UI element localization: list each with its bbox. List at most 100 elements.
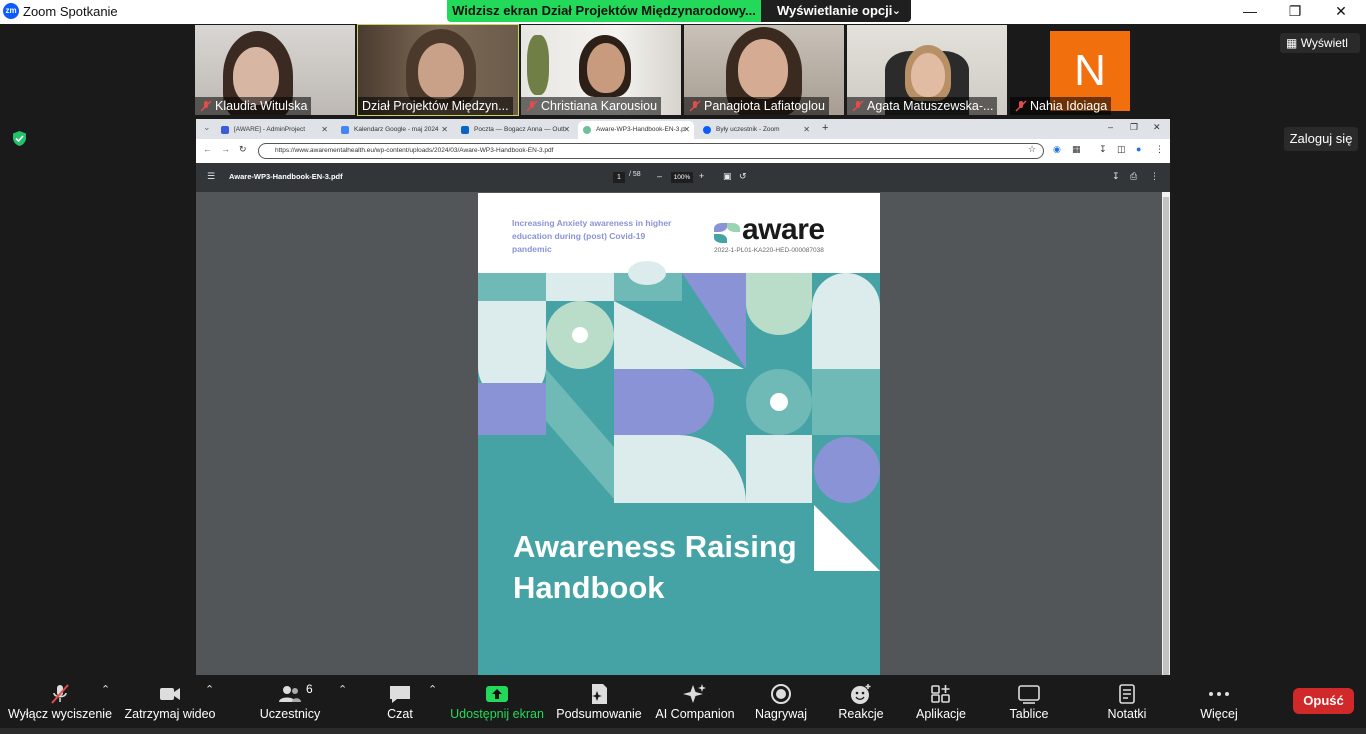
zoom-out-icon[interactable]: – (657, 171, 662, 181)
calendar-icon (341, 126, 349, 134)
bookmark-star-icon[interactable]: ☆ (1028, 144, 1036, 155)
back-arrow-icon[interactable]: ← (203, 144, 212, 154)
participants-button[interactable]: Uczestnicy (252, 675, 328, 734)
participant-video-tile[interactable]: Dział Projektów Międzyn... (357, 24, 519, 116)
more-button[interactable]: Więcej (1186, 675, 1252, 734)
close-button[interactable]: ✕ (1331, 2, 1351, 22)
pattern-shape (770, 393, 788, 411)
download-icon[interactable]: ↧ (1099, 144, 1107, 155)
close-icon[interactable]: ✕ (563, 121, 570, 139)
zoom-level-input[interactable]: 100% (671, 172, 693, 183)
new-tab-icon[interactable]: + (822, 122, 828, 134)
minimize-button[interactable]: — (1240, 2, 1260, 22)
whiteboards-button[interactable]: Tablice (996, 675, 1062, 734)
browser-menu-icon[interactable]: ⋮ (1155, 144, 1164, 155)
pattern-shape (546, 273, 614, 301)
ai-companion-button[interactable]: AI Companion (650, 675, 740, 734)
browser-tab[interactable]: [AWARE] - AdminProject ✕ (216, 121, 332, 139)
chevron-down-icon: ⌄ (891, 5, 901, 17)
browser-tab[interactable]: Kalendarz Google - maj 2024 ✕ (336, 121, 452, 139)
leave-button[interactable]: Opuść (1293, 688, 1354, 714)
chevron-up-icon[interactable]: ⌃ (101, 683, 110, 696)
reactions-label: Reakcje (838, 707, 884, 721)
forward-arrow-icon[interactable]: → (221, 144, 230, 154)
sidepanel-icon[interactable]: ◫ (1117, 144, 1126, 155)
pdf-filename: Aware-WP3-Handbook-EN-3.pdf (229, 172, 343, 181)
participant-video-tile[interactable]: Christiana Karousiou (521, 25, 681, 115)
more-options-icon[interactable]: ⋮ (1150, 171, 1159, 182)
participant-video-tile[interactable]: Klaudia Witulska (195, 25, 355, 115)
close-icon[interactable]: ✕ (803, 121, 810, 139)
reload-icon[interactable]: ↻ (239, 144, 247, 155)
pattern-shape (478, 273, 546, 301)
participant-video-tile[interactable]: Panagiota Lafiatoglou (684, 25, 844, 115)
browser-tab-active[interactable]: Aware-WP3-Handbook-EN-3.p ✕ (578, 121, 694, 139)
print-icon[interactable]: ⎙ (1130, 171, 1137, 182)
participant-video-tile[interactable]: Agata Matuszewska-... (847, 25, 1007, 115)
participant-name-label: Nahia Idoiaga (1030, 99, 1108, 113)
minimize-icon[interactable]: – (1108, 122, 1113, 132)
chevron-up-icon[interactable]: ⌃ (428, 683, 437, 696)
hamburger-menu-icon[interactable]: ☰ (207, 171, 215, 182)
summary-button[interactable]: Podsumowanie (552, 675, 646, 734)
participant-face (738, 39, 788, 99)
view-button[interactable]: ▦ Wyświetl (1280, 33, 1360, 53)
participant-name: Christiana Karousiou (521, 97, 662, 115)
pattern-shape (812, 369, 880, 435)
close-icon[interactable]: ✕ (683, 121, 690, 139)
outlook-icon (461, 126, 469, 134)
pattern-shape (572, 327, 588, 343)
stop-video-button[interactable]: Zatrzymaj wideo (122, 675, 218, 734)
extensions-icon[interactable]: ▦ (1072, 144, 1081, 155)
download-icon[interactable]: ↧ (1112, 171, 1120, 182)
page-total: / 58 (629, 171, 641, 178)
page-number-input[interactable]: 1 (613, 172, 625, 183)
scrollbar-thumb[interactable] (1163, 197, 1169, 675)
pattern-shape (478, 383, 546, 435)
chat-button[interactable]: Czat (370, 675, 430, 734)
view-button-label: Wyświetl (1300, 36, 1348, 50)
zoom-in-icon[interactable]: + (699, 171, 704, 181)
apps-button[interactable]: Aplikacje (908, 675, 974, 734)
notes-button[interactable]: Notatki (1094, 675, 1160, 734)
tab-search-icon[interactable]: ⌄ (203, 122, 211, 133)
profile-icon[interactable]: ● (1136, 144, 1141, 154)
login-button[interactable]: Zaloguj się (1284, 127, 1358, 151)
cover-header: Increasing Anxiety awareness in higher e… (478, 193, 880, 273)
record-button[interactable]: Nagrywaj (748, 675, 814, 734)
notes-label: Notatki (1107, 707, 1147, 721)
view-options-button[interactable]: Wyświetlanie opcji ⌄ (761, 0, 911, 22)
summary-label: Podsumowanie (556, 707, 642, 721)
reactions-button[interactable]: Reakcje (830, 675, 892, 734)
whiteboard-icon (1018, 685, 1040, 704)
apps-icon (931, 685, 950, 703)
security-shield-icon[interactable] (11, 130, 28, 147)
app-title: Zoom Spotkanie (23, 4, 118, 19)
participant-name-label: Dział Projektów Międzyn... (362, 99, 509, 113)
browser-address-bar: ← → ↻ https://www.awarementalhealth.eu/w… (196, 139, 1170, 163)
unmute-button[interactable]: Wyłącz wyciszenie (4, 675, 116, 734)
pattern-shape (614, 435, 746, 503)
rotate-icon[interactable]: ↺ (739, 171, 747, 182)
pattern-shape (628, 261, 666, 285)
close-icon[interactable]: ✕ (1153, 122, 1161, 133)
adminproject-icon (221, 126, 229, 134)
fit-page-icon[interactable]: ▣ (723, 171, 732, 182)
share-screen-button[interactable]: Udostępnij ekran (448, 675, 546, 734)
browser-tab[interactable]: Poczta — Bogacz Anna — Outl ✕ (456, 121, 574, 139)
unmute-label: Wyłącz wyciszenie (7, 707, 113, 721)
chevron-up-icon[interactable]: ⌃ (338, 683, 347, 696)
close-icon[interactable]: ✕ (321, 121, 328, 139)
more-label: Więcej (1200, 707, 1238, 721)
chevron-up-icon[interactable]: ⌃ (205, 683, 214, 696)
restore-icon[interactable]: ❐ (1130, 122, 1138, 133)
zoom-logo-icon: zm (3, 3, 19, 19)
browser-tab[interactable]: Były uczestnik - Zoom ✕ (698, 121, 814, 139)
close-icon[interactable]: ✕ (441, 121, 448, 139)
pdf-scrollbar[interactable] (1162, 192, 1170, 675)
zoom-favicon-icon (703, 126, 711, 134)
grid-icon: ▦ (1286, 36, 1298, 50)
grammar-extension-icon[interactable]: ◉ (1053, 144, 1061, 155)
restore-button[interactable]: ❐ (1285, 2, 1305, 22)
url-field[interactable]: https://www.awarementalhealth.eu/wp-cont… (258, 143, 1044, 159)
